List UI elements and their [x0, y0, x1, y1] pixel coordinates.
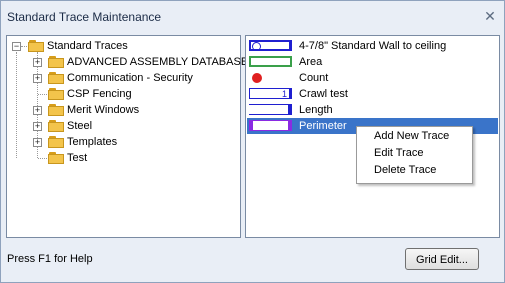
tree-node-test[interactable]: Test [7, 150, 237, 166]
title-bar: Standard Trace Maintenance ✕ [1, 1, 504, 32]
grid-edit-button[interactable]: Grid Edit... [405, 248, 479, 270]
trace-row[interactable]: Length [247, 102, 498, 118]
tree-connector [38, 94, 47, 95]
collapse-icon[interactable]: − [12, 42, 21, 51]
trace-name: Length [299, 104, 333, 116]
expand-icon[interactable]: + [33, 58, 42, 67]
tree-node-label: Merit Windows [67, 104, 140, 116]
expand-icon[interactable]: + [33, 74, 42, 83]
trace-name: Crawl test [299, 88, 348, 100]
expand-icon[interactable]: + [33, 106, 42, 115]
trace-name: Perimeter [299, 120, 347, 132]
context-menu: Add New Trace Edit Trace Delete Trace [356, 126, 473, 184]
folder-icon [48, 120, 64, 132]
tree-node-label: Communication - Security [67, 72, 193, 84]
tree-node-label: Test [67, 152, 88, 164]
expand-icon[interactable]: + [33, 122, 42, 131]
length-icon [249, 104, 292, 115]
folder-icon [48, 72, 64, 84]
trace-name: 4-7/8" Standard Wall to ceiling [299, 40, 447, 52]
tree-node-steel[interactable]: + Steel [7, 118, 237, 134]
tree-node-root[interactable]: − Standard Traces [7, 38, 237, 54]
tree-node-label: Standard Traces [47, 40, 128, 52]
tree-node-merit-windows[interactable]: + Merit Windows [7, 102, 237, 118]
help-hint: Press F1 for Help [7, 253, 93, 265]
menu-item-add-new-trace[interactable]: Add New Trace [374, 128, 449, 144]
folder-icon [48, 152, 64, 164]
trace-row[interactable]: Area [247, 54, 498, 70]
tree-connector [21, 46, 27, 47]
trace-name: Count [299, 72, 329, 84]
standard-trace-maintenance-dialog: Standard Trace Maintenance ✕ − Standard … [0, 0, 505, 283]
menu-item-edit-trace[interactable]: Edit Trace [374, 145, 424, 161]
crawl-icon: 1 [249, 88, 292, 99]
folder-icon [48, 88, 64, 100]
tree-node-advanced-assembly[interactable]: + ADVANCED ASSEMBLY DATABASE [7, 54, 248, 70]
trace-name: Area [299, 56, 323, 68]
folder-icon [48, 104, 64, 116]
tree-node-label: Steel [67, 120, 93, 132]
folder-icon [48, 56, 64, 68]
trace-row[interactable]: 1 Crawl test [247, 86, 498, 102]
close-icon[interactable]: ✕ [481, 7, 499, 25]
area-icon [249, 56, 292, 67]
tree-node-label: CSP Fencing [67, 88, 132, 100]
dialog-title: Standard Trace Maintenance [7, 10, 162, 24]
tree-connector [38, 158, 47, 159]
perimeter-icon [249, 120, 292, 131]
expand-icon[interactable]: + [33, 138, 42, 147]
count-dot-icon [252, 73, 262, 83]
tree-node-label: ADVANCED ASSEMBLY DATABASE [67, 56, 249, 68]
wall-icon [249, 40, 292, 51]
tree-node-communication-security[interactable]: + Communication - Security [7, 70, 237, 86]
folder-open-icon [28, 40, 44, 52]
trace-folder-tree[interactable]: − Standard Traces + ADVANCED ASSEMBLY DA… [6, 35, 248, 238]
folder-icon [48, 136, 64, 148]
menu-item-delete-trace[interactable]: Delete Trace [374, 162, 436, 178]
trace-row[interactable]: 4-7/8" Standard Wall to ceiling [247, 38, 498, 54]
trace-row[interactable]: Count [247, 70, 498, 86]
crawl-count: 1 [281, 89, 287, 99]
tree-node-csp-fencing[interactable]: CSP Fencing [7, 86, 237, 102]
tree-node-templates[interactable]: + Templates [7, 134, 237, 150]
tree-node-label: Templates [67, 136, 118, 148]
